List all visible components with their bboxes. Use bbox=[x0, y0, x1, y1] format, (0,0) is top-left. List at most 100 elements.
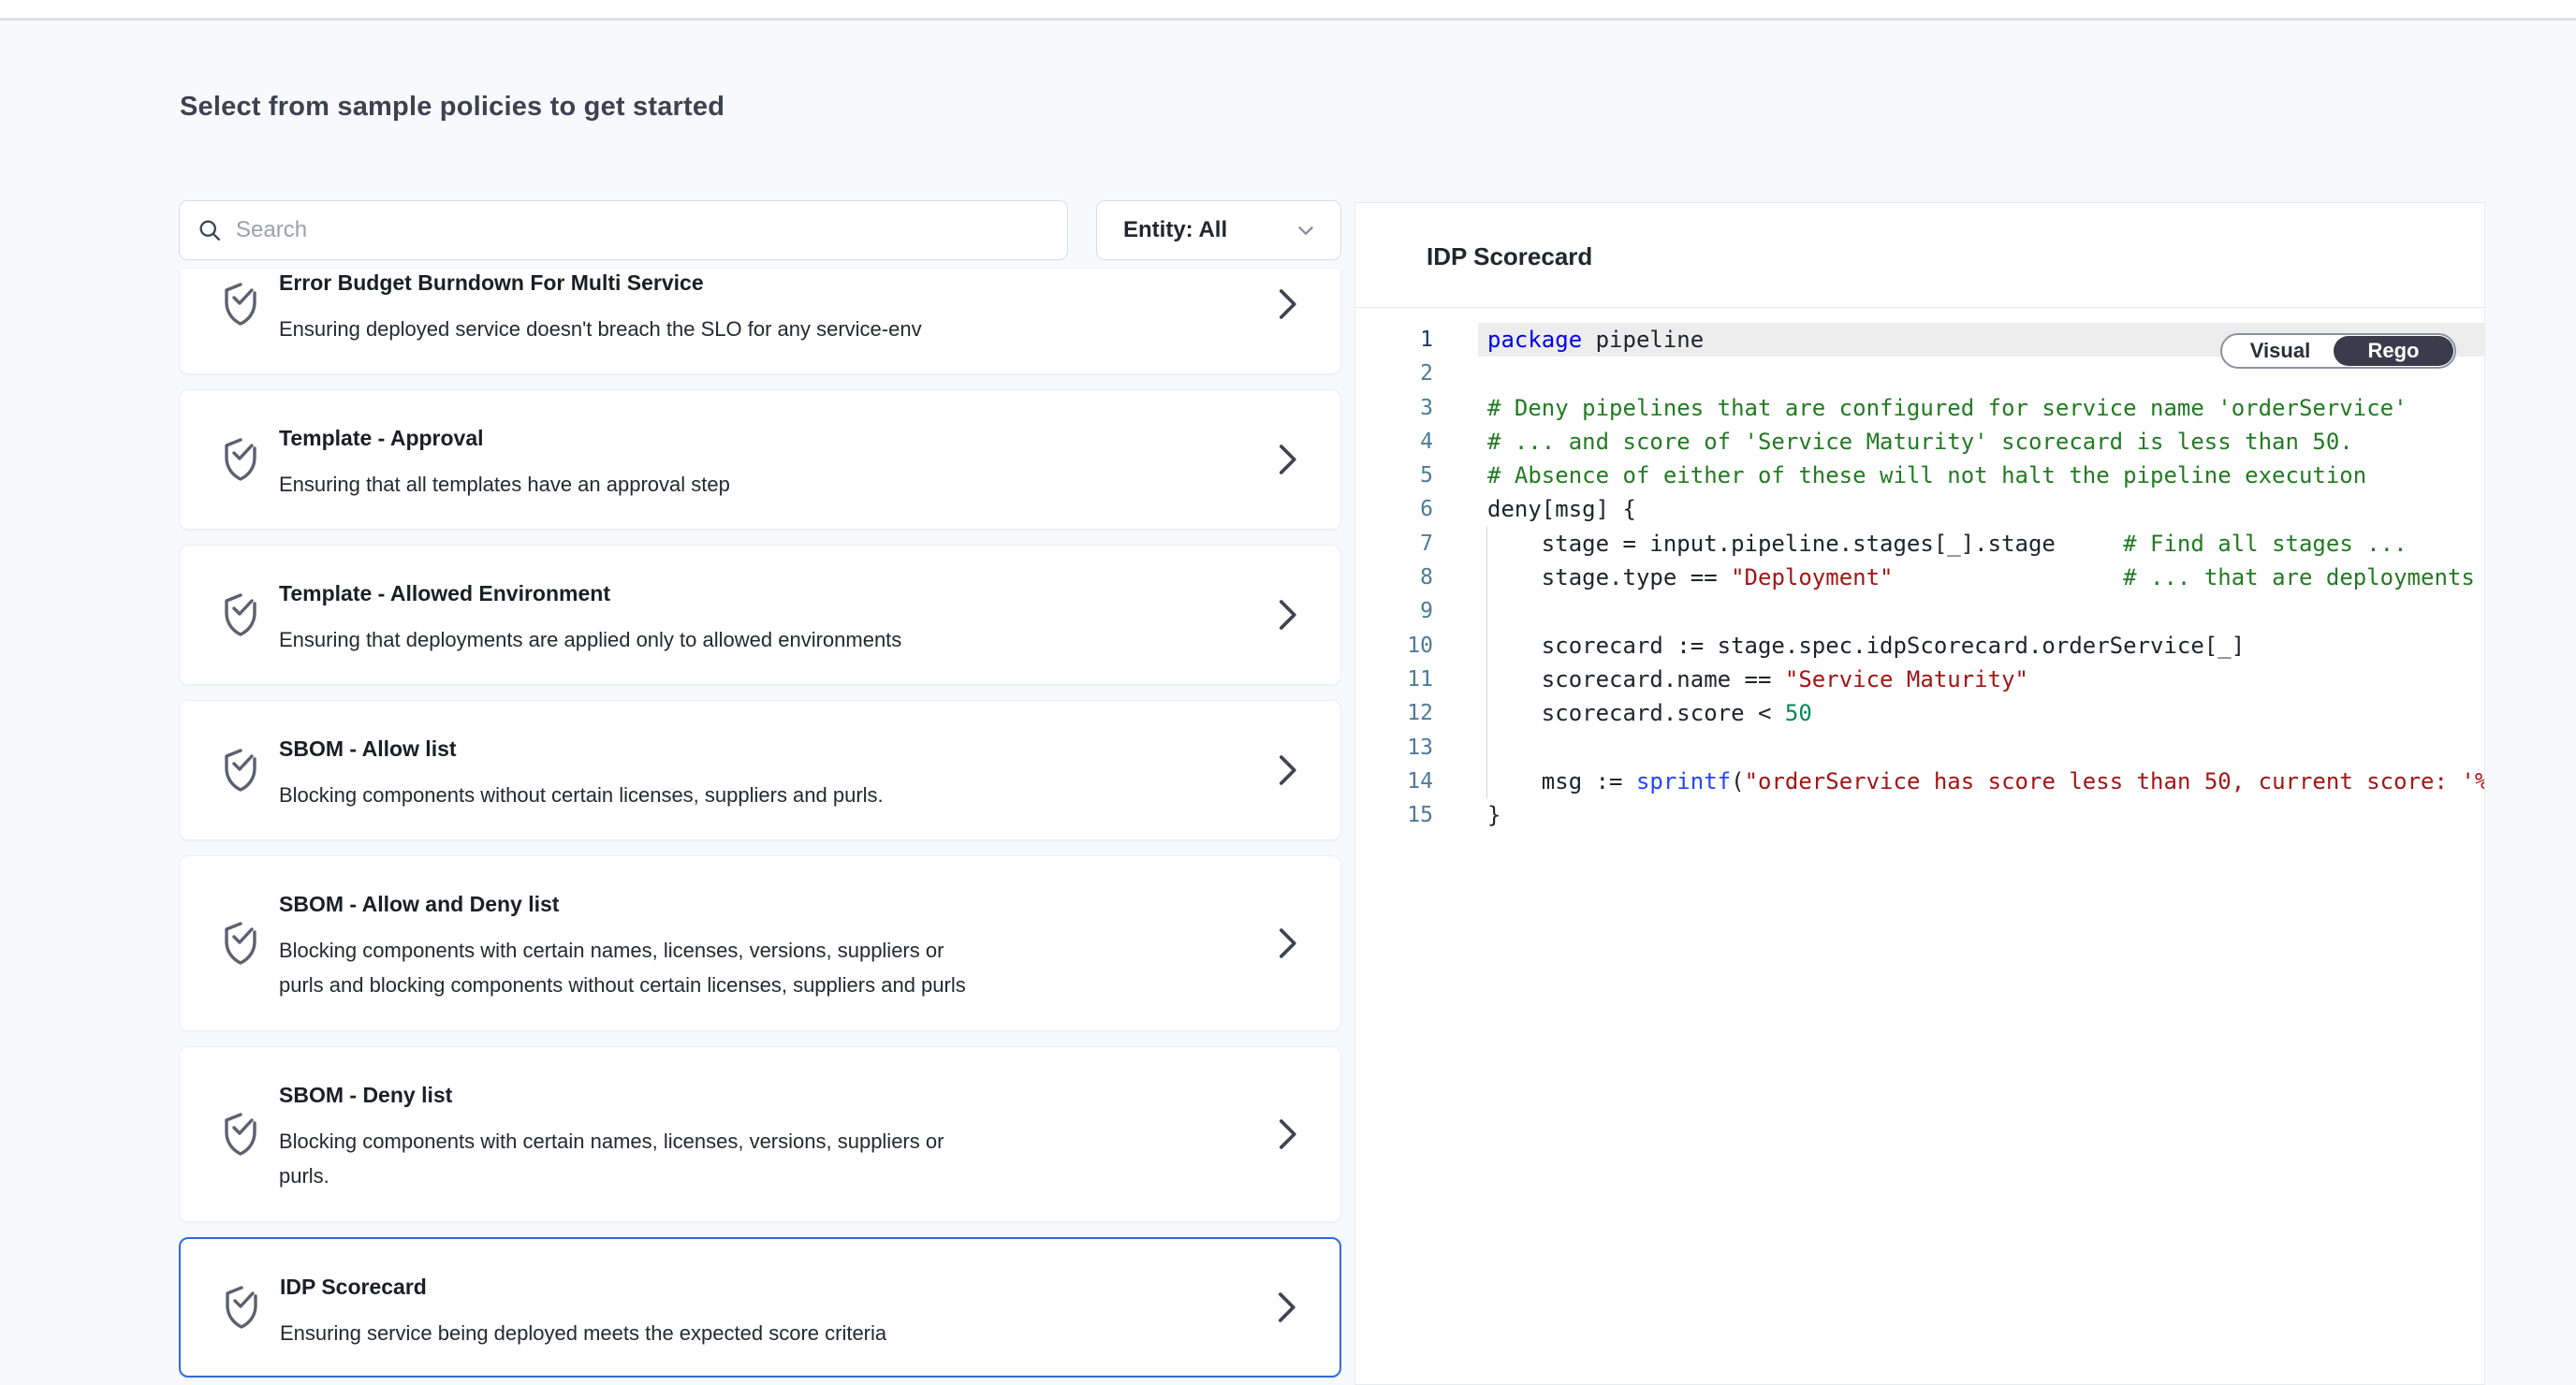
code-line: 3 # Deny pipelines that are configured fo… bbox=[1355, 391, 2484, 425]
code-token: sprintf bbox=[1636, 768, 1731, 795]
code-line: 15} bbox=[1355, 798, 2484, 832]
shield-check-icon bbox=[219, 1283, 264, 1332]
chevron-right-icon[interactable] bbox=[1273, 598, 1301, 632]
policy-description: Ensuring that deployments are applied on… bbox=[279, 622, 1121, 657]
policy-description: Blocking components without certain lice… bbox=[279, 778, 1121, 812]
code-line-content: scorecard := stage.spec.idpScorecard.ord… bbox=[1478, 629, 2484, 663]
toggle-option-rego[interactable]: Rego bbox=[2334, 336, 2453, 366]
policy-title: SBOM - Allow list bbox=[279, 735, 457, 763]
code-line-content: # Deny pipelines that are configured for… bbox=[1478, 391, 2484, 425]
chevron-right-icon[interactable] bbox=[1272, 1290, 1300, 1324]
code-line: 6 deny[msg] { bbox=[1355, 492, 2484, 526]
toggle-option-visual[interactable]: Visual bbox=[2222, 335, 2338, 367]
code-token: 50 bbox=[1785, 700, 1812, 726]
chevron-right-icon[interactable] bbox=[1273, 1117, 1301, 1151]
code-token: scorecard := stage.spec.idpScorecard.ord… bbox=[1487, 633, 2245, 659]
chevron-right-icon[interactable] bbox=[1273, 753, 1301, 787]
code-token: "Service Maturity" bbox=[1785, 666, 2028, 692]
code-line: 12 scorecard.score < 50 bbox=[1355, 696, 2484, 730]
code-line-content bbox=[1478, 594, 2484, 628]
policy-title: Template - Allowed Environment bbox=[279, 579, 610, 607]
line-number: 10 bbox=[1355, 629, 1433, 663]
code-token: "orderService has score less than 50, cu… bbox=[1745, 768, 2484, 795]
chevron-right-icon[interactable] bbox=[1273, 443, 1301, 476]
shield-check-icon bbox=[218, 746, 263, 795]
code-line: 11 scorecard.name == "Service Maturity" bbox=[1355, 663, 2484, 696]
chevron-right-icon[interactable] bbox=[1273, 926, 1301, 960]
code-token: # Deny pipelines that are configured for… bbox=[1487, 395, 2408, 421]
visual-rego-toggle[interactable]: Visual Rego bbox=[2220, 333, 2456, 369]
policy-description: Ensuring that all templates have an appr… bbox=[279, 467, 1121, 502]
policy-title: SBOM - Deny list bbox=[279, 1081, 452, 1109]
code-token: msg := bbox=[1487, 768, 1636, 795]
code-line-content: } bbox=[1478, 798, 2484, 832]
code-token: ( bbox=[1731, 768, 1744, 795]
policy-description: Blocking components with certain names, … bbox=[279, 933, 1121, 1002]
code-line: 13 bbox=[1355, 731, 2484, 765]
shield-check-icon bbox=[218, 590, 263, 639]
policy-card[interactable]: Template - Approval Ensuring that all te… bbox=[179, 389, 1341, 530]
policy-description: Blocking components with certain names, … bbox=[279, 1124, 1121, 1193]
code-line-content: scorecard.name == "Service Maturity" bbox=[1478, 663, 2484, 696]
policy-title: Template - Approval bbox=[279, 424, 484, 452]
line-number: 8 bbox=[1355, 561, 1433, 594]
divider bbox=[1355, 307, 2484, 308]
shield-check-icon bbox=[218, 280, 263, 328]
chevron-right-icon[interactable] bbox=[1273, 287, 1301, 321]
code-line-content: # ... and score of 'Service Maturity' sc… bbox=[1478, 425, 2484, 459]
search-input[interactable] bbox=[236, 217, 1050, 243]
policy-card[interactable]: Error Budget Burndown For Multi Service … bbox=[179, 270, 1341, 374]
policy-card[interactable]: IDP Scorecard Ensuring service being dep… bbox=[179, 1237, 1341, 1378]
shield-check-icon bbox=[218, 1110, 263, 1159]
code-token: scorecard.name == bbox=[1487, 666, 1785, 692]
policy-title: Error Budget Burndown For Multi Service bbox=[279, 270, 704, 297]
policy-card[interactable]: SBOM - Deny list Blocking components wit… bbox=[179, 1046, 1341, 1222]
policy-description: Ensuring service being deployed meets th… bbox=[280, 1316, 1122, 1350]
code-token: # Find all stages ... bbox=[2123, 531, 2407, 557]
entity-filter-dropdown[interactable]: Entity: All bbox=[1096, 200, 1341, 260]
code-token: deny[msg] { bbox=[1487, 496, 1636, 522]
code-token: scorecard.score < bbox=[1487, 700, 1785, 726]
shield-check-icon bbox=[218, 435, 263, 484]
line-number: 6 bbox=[1355, 492, 1433, 526]
line-number: 14 bbox=[1355, 765, 1433, 798]
code-token: # ... that are deployments bbox=[2123, 564, 2475, 590]
policy-preview-panel: IDP Scorecard 1package pipeline23# Deny … bbox=[1354, 202, 2485, 1385]
code-line: 10 scorecard := stage.spec.idpScorecard.… bbox=[1355, 629, 2484, 663]
search-box[interactable] bbox=[179, 200, 1068, 260]
line-number: 4 bbox=[1355, 425, 1433, 459]
entity-filter-label: Entity: All bbox=[1123, 217, 1227, 243]
line-number: 5 bbox=[1355, 459, 1433, 492]
code-line-content: deny[msg] { bbox=[1478, 492, 2484, 526]
policy-description: Ensuring deployed service doesn't breach… bbox=[279, 312, 1121, 346]
code-line-content: stage = input.pipeline.stages[_].stage #… bbox=[1478, 527, 2484, 561]
code-token: } bbox=[1487, 802, 1500, 828]
line-number: 15 bbox=[1355, 798, 1433, 832]
code-token: package bbox=[1487, 327, 1582, 353]
code-line-content bbox=[1478, 731, 2484, 765]
code-token: # Absence of either of these will not ha… bbox=[1487, 462, 2366, 488]
code-line: 7 stage = input.pipeline.stages[_].stage… bbox=[1355, 527, 2484, 561]
line-number: 7 bbox=[1355, 527, 1433, 561]
code-line-content: scorecard.score < 50 bbox=[1478, 696, 2484, 730]
policy-card[interactable]: Template - Allowed Environment Ensuring … bbox=[179, 545, 1341, 685]
policy-card[interactable]: SBOM - Allow list Blocking components wi… bbox=[179, 700, 1341, 840]
shield-check-icon bbox=[218, 919, 263, 968]
search-icon bbox=[197, 217, 223, 243]
code-editor: 1package pipeline23# Deny pipelines that… bbox=[1355, 319, 2484, 832]
line-number: 13 bbox=[1355, 731, 1433, 765]
line-number: 12 bbox=[1355, 696, 1433, 730]
code-token: stage = input.pipeline.stages[_].stage bbox=[1487, 531, 2123, 557]
code-line-content: msg := sprintf("orderService has score l… bbox=[1478, 765, 2484, 798]
line-number: 3 bbox=[1355, 391, 1433, 425]
code-line-content: # Absence of either of these will not ha… bbox=[1478, 459, 2484, 492]
code-token: stage.type == bbox=[1487, 564, 1731, 590]
code-token: pipeline bbox=[1582, 327, 1704, 353]
code-line: 8 stage.type == "Deployment" # ... that … bbox=[1355, 561, 2484, 594]
policy-title: SBOM - Allow and Deny list bbox=[279, 890, 559, 918]
code-token: "Deployment" bbox=[1731, 564, 1893, 590]
code-line: 9 bbox=[1355, 594, 2484, 628]
line-number: 1 bbox=[1355, 323, 1433, 357]
policy-list: Error Budget Burndown For Multi Service … bbox=[179, 270, 1341, 1385]
policy-card[interactable]: SBOM - Allow and Deny list Blocking comp… bbox=[179, 855, 1341, 1031]
